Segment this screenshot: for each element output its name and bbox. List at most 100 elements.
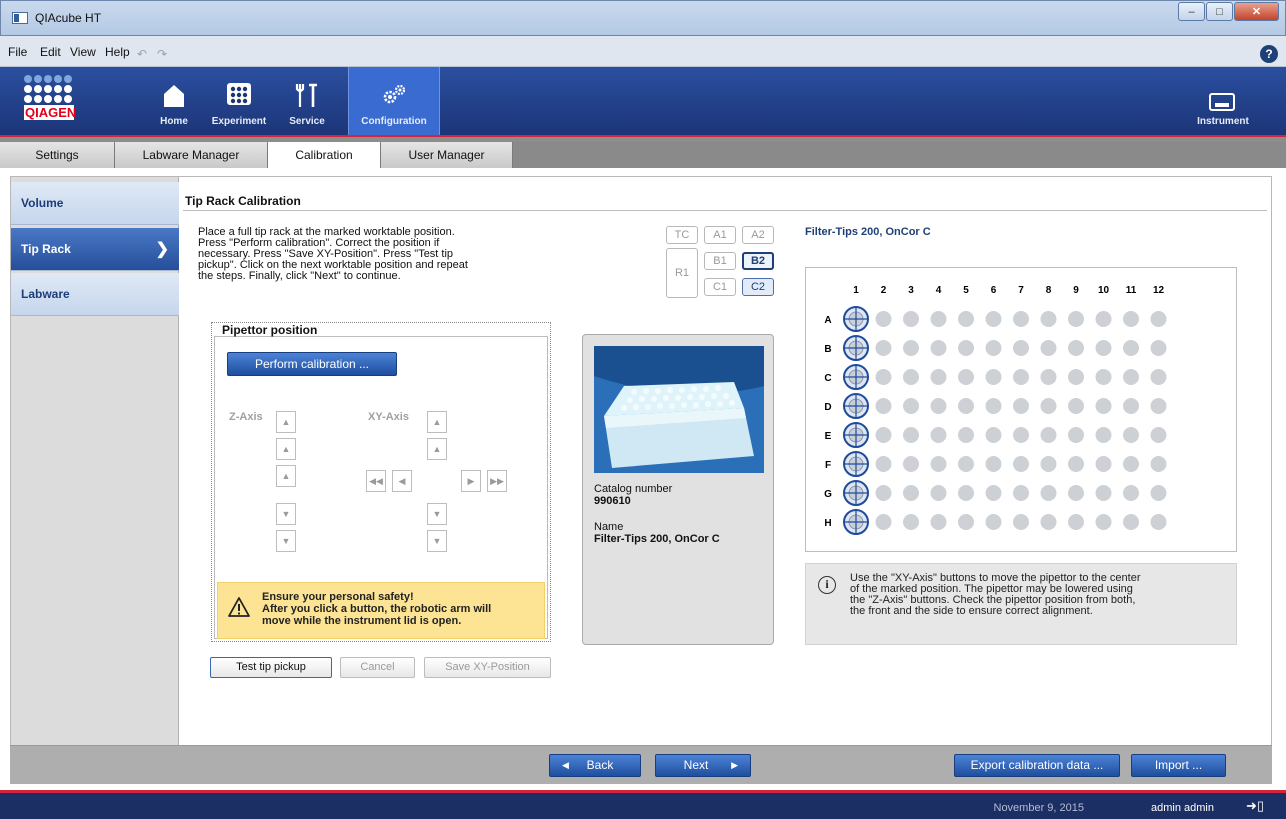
logo-text: QIAGEN <box>24 105 77 120</box>
menu-file[interactable]: File <box>8 45 27 59</box>
tip-rack-picture <box>594 346 764 473</box>
maximize-button[interactable]: □ <box>1206 2 1233 21</box>
plate-column-label: 4 <box>936 285 942 296</box>
tip-position <box>1123 369 1139 385</box>
tip-position <box>1095 456 1112 472</box>
nav-home[interactable]: Home <box>145 67 203 135</box>
worktable-c2[interactable]: C2 <box>742 278 774 296</box>
redo-icon[interactable]: ↷ <box>157 47 167 61</box>
arrow-left-icon: ◀ <box>562 760 569 770</box>
back-button[interactable]: ◀ Back <box>549 754 641 777</box>
tip-position <box>985 311 1002 327</box>
worktable-tc[interactable]: TC <box>666 226 698 244</box>
tip-position <box>875 398 892 414</box>
y-front-fast-button[interactable]: ▼ <box>427 530 447 552</box>
y-front-button[interactable]: ▼ <box>427 503 447 525</box>
x-right-fast-button[interactable]: ▶▶ <box>487 470 507 492</box>
z-up-fine-button[interactable]: ▲ <box>276 411 296 433</box>
tip-position <box>958 427 974 443</box>
tip-position <box>1040 485 1057 501</box>
tab-settings[interactable]: Settings <box>0 142 115 168</box>
sidebar-item-volume[interactable]: Volume <box>11 182 179 225</box>
sidebar-item-label: Labware <box>21 287 70 301</box>
tip-position <box>1013 340 1029 356</box>
menu-help[interactable]: Help <box>105 45 130 59</box>
nav-instrument[interactable]: Instrument <box>1188 67 1258 135</box>
close-button[interactable]: ✕ <box>1234 2 1279 21</box>
tip-position <box>1013 369 1029 385</box>
warning-title: Ensure your personal safety! <box>262 591 414 603</box>
export-calibration-data-button[interactable]: Export calibration data ... <box>954 754 1120 777</box>
perform-calibration-button[interactable]: Perform calibration ... <box>227 352 397 376</box>
plate-row-label: B <box>824 344 831 355</box>
tip-position <box>1013 456 1029 472</box>
plate-column-label: 5 <box>963 285 969 296</box>
home-icon <box>164 85 184 107</box>
y-back-button[interactable]: ▲ <box>427 438 447 460</box>
z-up-button[interactable]: ▲ <box>276 465 296 487</box>
worktable-c1[interactable]: C1 <box>704 278 736 296</box>
warning-icon <box>228 597 250 617</box>
tip-position <box>958 514 974 530</box>
tip-position <box>985 398 1002 414</box>
menu-edit[interactable]: Edit <box>40 45 61 59</box>
tip-position <box>1040 311 1057 327</box>
tip-position <box>1150 340 1167 356</box>
next-button[interactable]: Next ▶ <box>655 754 751 777</box>
tip-position <box>930 369 947 385</box>
info-panel: i Use the "XY-Axis" buttons to move the … <box>805 563 1237 645</box>
tip-position <box>1123 340 1139 356</box>
x-right-button[interactable]: ▶ <box>461 470 481 492</box>
worktable-b1[interactable]: B1 <box>704 252 736 270</box>
import-button[interactable]: Import ... <box>1131 754 1226 777</box>
plate-column-label: 11 <box>1126 285 1137 296</box>
minimize-button[interactable]: – <box>1178 2 1205 21</box>
arrow-right-icon: ▶ <box>467 476 475 486</box>
sidebar-item-tip-rack[interactable]: Tip Rack ❯ <box>11 228 179 271</box>
plate-column-label: 1 <box>853 285 859 296</box>
worktable-b2[interactable]: B2 <box>742 252 774 270</box>
save-xy-position-button[interactable]: Save XY-Position <box>424 657 551 678</box>
tab-labware-manager[interactable]: Labware Manager <box>115 142 268 168</box>
worktable-a2[interactable]: A2 <box>742 226 774 244</box>
tip-position <box>903 398 919 414</box>
plate-grid: 1 2 3 4 5 6 7 8 9 10 11 12ABCDEFGH <box>824 285 1167 535</box>
undo-icon[interactable]: ↶ <box>137 47 147 61</box>
nav-experiment[interactable]: Experiment <box>210 67 268 135</box>
logout-icon[interactable]: ➜▯ <box>1246 798 1270 814</box>
menu-bar: File Edit View Help ↶ ↷ ? <box>0 36 1286 67</box>
z-down-fast-button[interactable]: ▼ <box>276 530 296 552</box>
menu-view[interactable]: View <box>70 45 96 59</box>
marked-tip-position <box>843 306 869 332</box>
product-card: Catalog number 990610 Name Filter-Tips 2… <box>582 334 774 645</box>
nav-service[interactable]: Service <box>278 67 336 135</box>
worktable-r1[interactable]: R1 <box>666 248 698 298</box>
tab-user-manager[interactable]: User Manager <box>381 142 513 168</box>
double-arrow-up-icon: ▲︎ <box>281 444 291 454</box>
test-tip-pickup-button[interactable]: Test tip pickup <box>210 657 332 678</box>
tip-position <box>1150 456 1167 472</box>
tip-position <box>1150 485 1167 501</box>
x-left-fast-button[interactable]: ◀◀ <box>366 470 386 492</box>
tip-position <box>985 485 1002 501</box>
help-icon[interactable]: ? <box>1260 45 1278 63</box>
worktable-a1[interactable]: A1 <box>704 226 736 244</box>
tip-position <box>875 311 892 327</box>
z-up-fast-button[interactable]: ▲︎ <box>276 438 296 460</box>
tab-calibration[interactable]: Calibration <box>268 142 381 168</box>
tip-position <box>985 514 1002 530</box>
tip-position <box>958 311 974 327</box>
plate-grid-icon <box>227 83 251 105</box>
z-down-button[interactable]: ▼ <box>276 503 296 525</box>
plate-column-label: 3 <box>908 285 914 296</box>
sidebar-item-labware[interactable]: Labware <box>11 273 179 316</box>
tip-position <box>958 369 974 385</box>
tip-position <box>903 514 919 530</box>
tip-position <box>903 340 919 356</box>
x-left-button[interactable]: ◀ <box>392 470 412 492</box>
nav-configuration[interactable]: Configuration <box>348 67 440 135</box>
y-back-fast-button[interactable]: ▲ <box>427 411 447 433</box>
tip-position <box>1068 514 1084 530</box>
cancel-button[interactable]: Cancel <box>340 657 415 678</box>
tip-position <box>1150 398 1167 414</box>
